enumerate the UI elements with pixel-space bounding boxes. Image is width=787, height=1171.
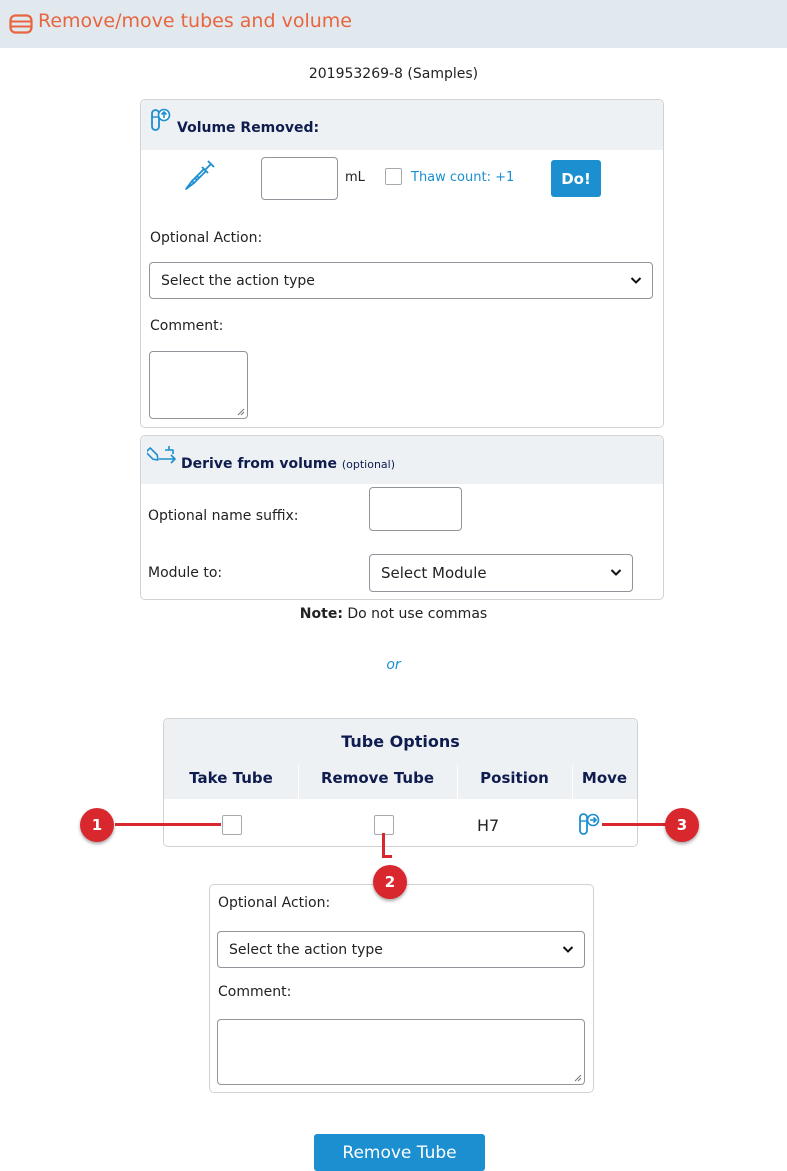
action-type-select[interactable]: Select the action type [149,262,653,299]
tube-comment-label: Comment: [218,984,292,1000]
note-text: Note: Do not use commas [0,606,787,622]
volume-removed-header: Volume Removed: [141,100,663,150]
pipette-icon [185,160,215,190]
volume-unit-label: mL [345,170,365,185]
callout-2-line [382,833,385,857]
callout-1-line [115,823,221,826]
resize-grip-icon[interactable] [574,1074,582,1082]
col-take-tube: Take Tube [189,769,273,787]
tube-action-panel: Optional Action: Select the action type … [209,884,594,1093]
tube-comment-textarea[interactable] [217,1019,585,1085]
tube-optional-action-label: Optional Action: [218,895,331,911]
callout-1-badge: 1 [80,808,114,842]
or-label: or [386,657,401,673]
thaw-count-checkbox[interactable] [385,168,402,185]
callout-2-badge: 2 [373,865,407,899]
callout-3-badge: 3 [665,808,699,842]
resize-grip-icon[interactable] [237,408,245,416]
name-suffix-label: Optional name suffix: [148,508,299,524]
tube-action-type-select[interactable]: Select the action type [217,931,585,968]
derive-optional-suffix: (optional) [341,458,396,471]
comment-label: Comment: [150,318,224,334]
remove-tube-button[interactable]: Remove Tube [314,1134,485,1171]
comment-textarea[interactable] [149,351,248,419]
module-select[interactable]: Select Module [369,554,633,592]
derive-panel: Derive from volume (optional) Optional n… [140,435,664,600]
tube-options-table: Tube Options Take Tube Remove Tube Posit… [163,718,638,847]
col-remove-tube: Remove Tube [320,769,434,787]
take-tube-checkbox[interactable] [222,815,242,835]
sample-label: 201953269-8 (Samples) [308,66,479,82]
tube-options-title: Tube Options [341,732,460,751]
database-icon [9,14,33,34]
chevron-down-icon [562,945,574,953]
derive-header: Derive from volume (optional) [141,436,663,484]
col-move: Move [581,769,628,787]
module-label: Module to: [148,565,223,581]
volume-input[interactable] [261,157,338,200]
derive-tubes-icon [147,446,176,464]
tube-up-icon [151,108,171,131]
optional-action-label: Optional Action: [150,230,263,246]
derive-title: Derive from volume [181,456,337,472]
volume-removed-title: Volume Removed: [177,120,320,136]
action-type-value: Select the action type [161,272,315,289]
chevron-down-icon [630,276,642,284]
page-header: Remove/move tubes and volume [0,0,787,48]
position-value: H7 [477,816,500,835]
note-bold: Note: [299,606,343,622]
thaw-count-label: Thaw count: +1 [411,170,515,185]
callout-3-line [602,823,668,826]
name-suffix-input[interactable] [369,487,462,531]
tube-options-header [164,719,637,799]
volume-removed-panel: Volume Removed: mL Thaw count: +1 Do! Op… [140,99,664,428]
tube-action-type-value: Select the action type [229,941,383,958]
module-select-value: Select Module [381,564,487,582]
remove-tube-checkbox[interactable] [374,815,394,835]
note-body: Do not use commas [347,606,488,622]
do-button[interactable]: Do! [551,160,601,197]
col-position: Position [480,769,549,787]
chevron-down-icon [610,569,622,576]
page-title: Remove/move tubes and volume [38,10,352,32]
move-tube-icon[interactable] [577,812,603,838]
callout-2-line-h [382,855,392,858]
